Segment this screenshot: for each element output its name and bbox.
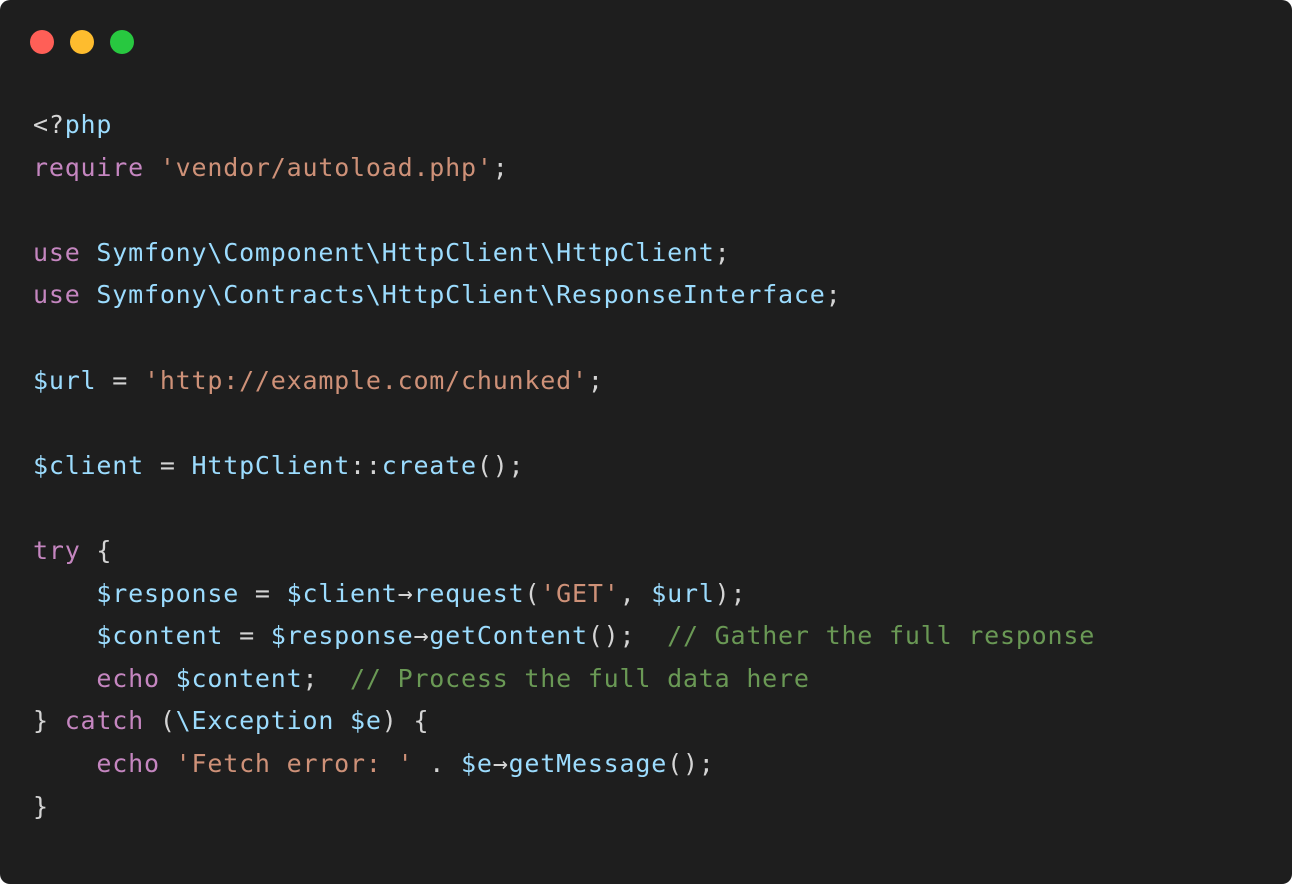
code-token-plain: = <box>143 450 192 480</box>
code-token-keyword: use <box>33 237 81 267</box>
code-token-string: 'Fetch error: ' <box>175 748 414 778</box>
code-token-plain: (); <box>587 621 668 651</box>
code-token-keyword: catch <box>64 706 144 736</box>
code-token-ident: $e <box>461 748 493 778</box>
code-line: echo 'Fetch error: ' . $e→getMessage(); <box>33 743 1095 786</box>
code-token-ident: $url <box>33 365 97 395</box>
code-token-ident: request <box>413 578 525 608</box>
code-token-keyword: require <box>33 152 144 182</box>
code-token-plain: (); <box>667 748 715 778</box>
code-token-keyword: try <box>33 535 81 565</box>
code-token-ident: create <box>381 450 477 480</box>
code-token-ident: $content <box>96 621 224 651</box>
code-token-plain: ( <box>143 706 176 736</box>
window-controls <box>30 30 134 54</box>
code-token-ident: $client <box>286 578 398 608</box>
code-token-keyword: echo <box>96 663 160 693</box>
code-token-ident: $response <box>96 578 240 608</box>
code-line: $url = 'http://example.com/chunked'; <box>33 360 1095 403</box>
code-token-string: 'vendor/autoload.php' <box>159 152 493 182</box>
code-token-plain: = <box>239 578 287 608</box>
code-token-ident: Symfony\Contracts\HttpClient\ResponseInt… <box>96 280 826 310</box>
code-token-plain: → <box>413 621 430 651</box>
code-token-string: 'http://example.com/chunked' <box>143 365 588 395</box>
code-token-keyword: use <box>33 280 81 310</box>
code-line: $response = $client→request('GET', $url)… <box>33 573 1095 616</box>
code-token-plain: → <box>492 748 509 778</box>
code-window: <?php require 'vendor/autoload.php'; use … <box>0 0 1292 884</box>
zoom-button[interactable] <box>110 30 134 54</box>
close-button[interactable] <box>30 30 54 54</box>
code-token-plain: } <box>33 791 49 821</box>
code-token-ident: $url <box>651 578 715 608</box>
code-token-plain: ) { <box>381 706 430 736</box>
code-token-ident: Symfony\Component\HttpClient\HttpClient <box>96 237 715 267</box>
code-line: echo $content; // Process the full data … <box>33 658 1095 701</box>
code-token-plain: → <box>397 578 414 608</box>
code-line: $client = HttpClient::create(); <box>33 445 1095 488</box>
code-token-ident: getMessage <box>508 748 668 778</box>
code-token-plain: :: <box>350 450 382 480</box>
code-token-ident: php <box>64 110 113 139</box>
code-token-plain: (); <box>476 450 525 480</box>
code-token-ident: getContent <box>429 621 588 651</box>
code-token-plain: ; <box>825 280 842 310</box>
code-line: require 'vendor/autoload.php'; <box>33 147 1095 190</box>
code-token-plain: ( <box>524 578 541 608</box>
code-token-plain: ; <box>587 365 604 395</box>
code-token-keyword: echo <box>96 748 160 778</box>
code-line: use Symfony\Component\HttpClient\HttpCli… <box>33 232 1095 275</box>
code-token-plain: ); <box>714 578 747 608</box>
code-line: try { <box>33 530 1095 573</box>
code-token-plain: . <box>413 748 462 778</box>
code-token-ident: HttpClient <box>191 450 351 480</box>
minimize-button[interactable] <box>70 30 94 54</box>
code-token-plain: , <box>619 578 652 608</box>
code-token-plain: ; <box>492 152 509 182</box>
code-token-ident: $client <box>33 450 144 480</box>
code-token-plain: ; <box>714 237 731 267</box>
code-block: <?php require 'vendor/autoload.php'; use … <box>33 104 1095 828</box>
code-token-ident: $response <box>270 621 414 651</box>
code-token-plain: } <box>33 706 65 736</box>
code-token-ident: \Exception <box>175 706 335 736</box>
code-token-plain: <? <box>33 110 65 139</box>
code-line: <?php <box>33 104 1095 147</box>
code-token-ident: $content <box>175 663 303 693</box>
code-line: use Symfony\Contracts\HttpClient\Respons… <box>33 274 1095 317</box>
code-token-plain: = <box>96 365 144 395</box>
code-token-comment: // Gather the full response <box>667 621 1096 651</box>
code-token-plain: { <box>80 535 113 565</box>
code-line: } <box>33 786 1095 829</box>
code-token-comment: // Process the full data here <box>350 663 810 693</box>
code-line: } catch (\Exception $e) { <box>33 700 1095 743</box>
code-token-ident: $e <box>350 706 382 736</box>
code-token-string: 'GET' <box>540 578 620 608</box>
code-token-plain: = <box>223 621 271 651</box>
code-token-plain: ; <box>302 663 351 693</box>
code-line: $content = $response→getContent(); // Ga… <box>33 615 1095 658</box>
